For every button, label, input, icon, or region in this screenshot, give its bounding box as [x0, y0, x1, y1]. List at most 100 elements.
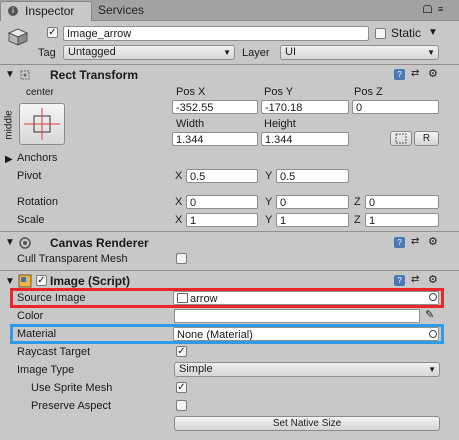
rect-transform-icon	[18, 68, 32, 82]
divider	[0, 270, 459, 271]
height-input[interactable]: 1.344	[261, 132, 349, 146]
set-native-size-button[interactable]: Set Native Size	[174, 416, 440, 431]
raw-edit-button[interactable]: R	[414, 131, 439, 146]
layer-dropdown[interactable]: UI ▼	[280, 45, 439, 60]
help-icon[interactable]: ?	[394, 69, 405, 80]
rotation-z-input[interactable]: 0	[365, 195, 439, 209]
rect-transform-title: Rect Transform	[50, 68, 139, 82]
anchors-label[interactable]: Anchors	[17, 151, 57, 165]
lock-icon[interactable]	[423, 5, 432, 13]
object-picker-icon[interactable]	[429, 293, 437, 301]
image-type-label: Image Type	[17, 364, 75, 376]
scale-y-label: Y	[265, 214, 273, 226]
chevron-down-icon: ▼	[223, 48, 231, 57]
object-picker-icon[interactable]	[429, 330, 437, 338]
image-type-dropdown[interactable]: Simple ▼	[174, 362, 440, 377]
divider	[0, 64, 459, 65]
raycast-target-checkbox[interactable]: ✓	[176, 346, 187, 357]
gear-icon[interactable]: ⚙	[428, 273, 438, 286]
help-icon[interactable]: ?	[394, 237, 405, 248]
eyedropper-icon[interactable]: ✎	[425, 308, 434, 321]
source-image-label: Source Image	[17, 292, 86, 304]
pos-y-label: Pos Y	[264, 86, 294, 98]
tag-dropdown[interactable]: Untagged ▼	[63, 45, 235, 60]
help-icon[interactable]: ?	[394, 275, 405, 286]
use-sprite-mesh-checkbox[interactable]: ✓	[176, 382, 187, 393]
preset-icon[interactable]: ⇄	[411, 274, 419, 285]
anchor-horizontal-label: center	[26, 87, 54, 98]
use-sprite-mesh-label: Use Sprite Mesh	[31, 382, 113, 394]
layer-value: UI	[285, 46, 296, 58]
tag-value: Untagged	[68, 46, 116, 58]
gear-icon[interactable]: ⚙	[428, 67, 438, 80]
tab-services[interactable]: Services	[92, 1, 162, 20]
static-checkbox[interactable]	[375, 28, 386, 39]
foldout-arrow-icon[interactable]: ▼	[5, 276, 15, 287]
anchors-foldout-icon[interactable]: ▶	[5, 154, 13, 165]
rotation-label: Rotation	[17, 196, 58, 208]
rotation-x-label: X	[175, 196, 183, 208]
tab-services-label: Services	[98, 3, 145, 17]
object-name-input[interactable]: Image_arrow	[63, 26, 369, 41]
pivot-x-label: X	[175, 170, 183, 182]
tab-inspector[interactable]: i Inspector	[0, 1, 92, 21]
sprite-icon	[177, 293, 188, 303]
pos-x-label: Pos X	[176, 86, 206, 98]
divider	[0, 231, 459, 232]
canvas-renderer-title: Canvas Renderer	[50, 236, 149, 250]
pivot-x-input[interactable]: 0.5	[186, 169, 258, 183]
cull-transparent-mesh-checkbox[interactable]	[176, 253, 187, 264]
rotation-y-input[interactable]: 0	[276, 195, 349, 209]
rotation-x-input[interactable]: 0	[186, 195, 258, 209]
scale-z-input[interactable]: 1	[365, 213, 439, 227]
preset-icon[interactable]: ⇄	[411, 236, 419, 247]
static-label: Static	[391, 26, 422, 40]
scale-y-input[interactable]: 1	[276, 213, 349, 227]
preserve-aspect-label: Preserve Aspect	[31, 400, 112, 412]
foldout-arrow-icon[interactable]: ▼	[5, 237, 15, 248]
anchor-vertical-label: middle	[3, 110, 15, 140]
material-field[interactable]: None (Material)	[173, 327, 439, 341]
scale-x-input[interactable]: 1	[186, 213, 258, 227]
canvas-renderer-icon	[18, 236, 32, 250]
pos-y-input[interactable]: -170.18	[261, 100, 349, 114]
preserve-aspect-checkbox[interactable]	[176, 400, 187, 411]
rotation-y-label: Y	[265, 196, 273, 208]
pivot-y-input[interactable]: 0.5	[276, 169, 349, 183]
menu-icon[interactable]: ≡	[438, 3, 443, 15]
width-label: Width	[176, 118, 205, 130]
anchor-preset-button[interactable]	[19, 103, 65, 145]
color-swatch[interactable]	[174, 309, 420, 323]
source-image-field[interactable]: arrow	[173, 291, 439, 305]
tag-label: Tag	[38, 47, 56, 59]
image-component-icon	[18, 274, 32, 288]
pivot-label: Pivot	[17, 170, 42, 182]
cull-transparent-mesh-label: Cull Transparent Mesh	[17, 253, 128, 265]
preset-icon[interactable]: ⇄	[411, 68, 419, 79]
pivot-y-label: Y	[265, 170, 273, 182]
width-input[interactable]: 1.344	[172, 132, 258, 146]
scale-z-label: Z	[354, 214, 361, 226]
active-checkbox[interactable]: ✓	[47, 27, 58, 38]
height-label: Height	[264, 118, 296, 130]
source-image-value: arrow	[190, 293, 218, 305]
image-enabled-checkbox[interactable]: ✓	[36, 275, 47, 286]
gear-icon[interactable]: ⚙	[428, 235, 438, 248]
gameobject-cube-icon	[7, 28, 29, 46]
rotation-z-label: Z	[354, 196, 361, 208]
color-label: Color	[17, 310, 44, 322]
material-label: Material	[17, 328, 57, 340]
pos-z-input[interactable]: 0	[352, 100, 439, 114]
blueprint-mode-button[interactable]	[390, 131, 412, 146]
info-icon: i	[8, 6, 18, 16]
scale-x-label: X	[175, 214, 183, 226]
pos-x-input[interactable]: -352.55	[172, 100, 258, 114]
static-dropdown-arrow[interactable]: ▼	[428, 27, 438, 38]
image-type-value: Simple	[179, 363, 213, 375]
foldout-arrow-icon[interactable]: ▼	[5, 69, 15, 80]
tab-inspector-label: Inspector	[25, 4, 75, 18]
scale-label: Scale	[17, 214, 45, 226]
pos-z-label: Pos Z	[354, 86, 383, 98]
image-script-title: Image (Script)	[50, 274, 131, 288]
chevron-down-icon: ▼	[428, 365, 436, 374]
